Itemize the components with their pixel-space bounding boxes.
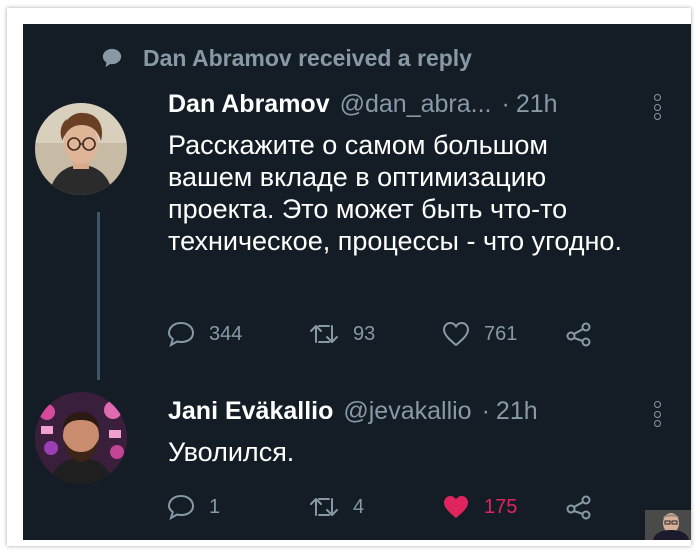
tweet-actions: 344 93 761	[167, 321, 607, 347]
thread-line	[97, 212, 100, 380]
share-icon	[566, 495, 591, 520]
reply-icon	[167, 321, 195, 347]
tweet-actions: 1 4 175	[167, 494, 607, 520]
separator-dot: ·	[481, 397, 490, 425]
share-button[interactable]	[565, 494, 607, 520]
retweet-count: 4	[353, 495, 365, 518]
tweet-body: Расскажите о самом большом вашем вкладе …	[168, 130, 622, 256]
tweet-time[interactable]: 21h	[516, 90, 558, 119]
like-count: 761	[484, 322, 518, 345]
retweet-button[interactable]: 93	[309, 322, 442, 346]
separator-dot: ·	[501, 90, 510, 118]
retweet-button[interactable]: 4	[309, 495, 442, 519]
reply-icon	[167, 494, 195, 520]
more-options-icon[interactable]	[653, 94, 661, 120]
tweet-body: Уволился.	[168, 437, 295, 467]
like-button[interactable]: 175	[442, 494, 565, 520]
reply-notification-text: Dan Abramov received a reply	[143, 44, 472, 71]
corner-photo	[645, 510, 691, 540]
more-options-icon[interactable]	[653, 401, 661, 427]
share-icon	[566, 322, 591, 347]
tweet-header: Jani Eväkallio @jevakallio · 21h	[168, 397, 661, 426]
screenshot-frame: Dan Abramov received a reply Dan Abramov	[7, 8, 691, 546]
twitter-dark-screen: Dan Abramov received a reply Dan Abramov	[23, 24, 691, 540]
heart-filled-icon	[444, 496, 468, 518]
heart-outline-icon	[442, 321, 470, 347]
author-handle[interactable]: @dan_abra...	[340, 90, 492, 119]
like-button[interactable]: 761	[442, 321, 565, 347]
reply-count: 344	[209, 322, 243, 345]
avatar-jani-evakallio[interactable]	[35, 392, 127, 484]
author-name[interactable]: Jani Eväkallio	[168, 397, 333, 426]
author-handle[interactable]: @jevakallio	[343, 397, 471, 426]
tweet-jani-evakallio[interactable]: Jani Eväkallio @jevakallio · 21h Уволилс…	[168, 397, 661, 477]
reply-button[interactable]: 344	[167, 321, 309, 347]
like-count: 175	[484, 495, 518, 518]
reply-notification[interactable]: Dan Abramov received a reply	[101, 44, 472, 72]
tweet-header: Dan Abramov @dan_abra... · 21h	[168, 90, 661, 119]
speech-bubble-icon	[102, 48, 122, 68]
share-button[interactable]	[565, 321, 607, 347]
retweet-icon	[310, 498, 338, 516]
avatar-dan-abramov[interactable]	[35, 103, 127, 195]
retweet-count: 93	[353, 322, 376, 345]
tweet-time[interactable]: 21h	[496, 397, 538, 426]
author-name[interactable]: Dan Abramov	[168, 90, 330, 119]
retweet-icon	[310, 325, 338, 343]
reply-button[interactable]: 1	[167, 494, 309, 520]
reply-count: 1	[209, 495, 221, 518]
